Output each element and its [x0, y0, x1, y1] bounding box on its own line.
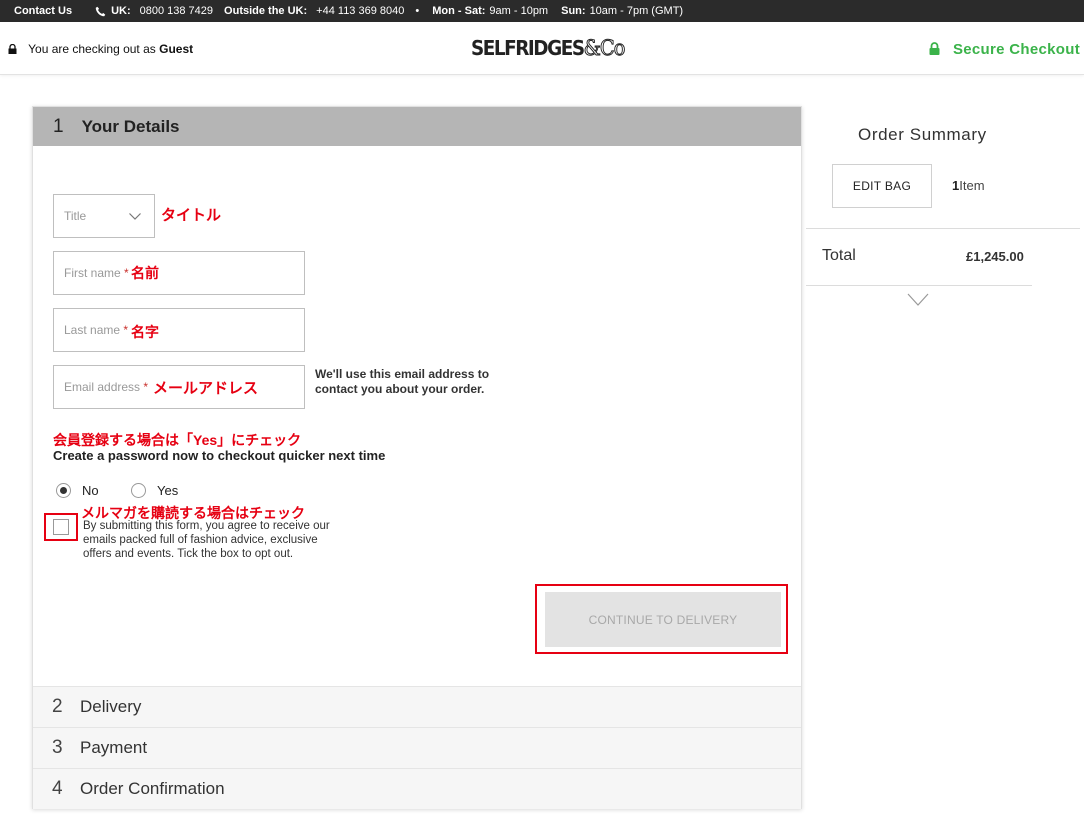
newsletter-text: By submitting this form, you agree to re…	[83, 520, 330, 560]
email-note: We'll use this email address to contact …	[315, 367, 490, 396]
total-label: Total	[822, 247, 856, 264]
expand-chevron-icon[interactable]	[907, 293, 929, 307]
topbar-separator: •	[415, 5, 420, 17]
step-delivery-label: Delivery	[80, 697, 142, 716]
radio-no-indicator[interactable]	[56, 483, 71, 498]
your-details-title: Your Details	[81, 116, 180, 136]
secure-lock-icon	[929, 42, 940, 55]
logo-text: SELFRIDGES	[471, 36, 585, 60]
top-contact-bar: Contact Us UK: 0800 138 7429 Outside the…	[0, 0, 1084, 22]
outside-uk-phone[interactable]: +44 113 369 8040	[316, 5, 404, 17]
uk-label: UK:	[111, 5, 131, 17]
sunday-hours: 10am - 7pm (GMT)	[589, 5, 684, 17]
secure-checkout: Secure Checkout	[929, 41, 1080, 58]
last-name-placeholder: Last name *	[64, 323, 128, 337]
summary-divider-top	[806, 228, 1080, 229]
step-order-confirmation-label: Order Confirmation	[80, 779, 225, 798]
email-annotation: メールアドレス	[153, 380, 259, 397]
secure-checkout-label: Secure Checkout	[952, 41, 1080, 58]
logo-suffix: &Co	[583, 36, 626, 61]
edit-bag-button[interactable]: EDIT BAG	[832, 164, 932, 208]
uk-phone[interactable]: 0800 138 7429	[140, 5, 213, 17]
weekday-label: Mon - Sat:	[432, 5, 486, 17]
step-payment-label: Payment	[80, 738, 148, 757]
password-prompt: Create a password now to checkout quicke…	[53, 448, 386, 463]
step-order-confirmation[interactable]: 4 Order Confirmation	[33, 768, 801, 809]
required-marker: *	[124, 266, 129, 280]
first-name-annotation: 名前	[131, 265, 159, 281]
radio-no-label: No	[82, 483, 99, 498]
item-count-label: Item	[959, 178, 985, 193]
sunday-label: Sun:	[561, 5, 586, 17]
step-delivery[interactable]: 2 Delivery	[33, 686, 801, 727]
selfridges-logo[interactable]: SELFRIDGES&Co	[471, 36, 626, 61]
radio-yes-label: Yes	[157, 483, 179, 498]
title-select[interactable]: Title	[53, 194, 155, 238]
required-marker: *	[143, 380, 149, 394]
member-annotation: 会員登録する場合は「Yes」にチェック	[53, 432, 302, 448]
guest-prefix: You are checking out as	[28, 42, 156, 56]
phone-icon	[95, 6, 106, 16]
checkout-panel: 1 Your Details Title タイトル First name * 名…	[32, 106, 802, 809]
email-field[interactable]: Email address * メールアドレス	[53, 365, 305, 409]
first-name-field[interactable]: First name * 名前	[53, 251, 305, 295]
title-select-label: Title	[64, 209, 87, 223]
last-name-annotation: 名字	[131, 324, 159, 340]
title-annotation: タイトル	[161, 207, 222, 224]
continue-to-delivery-button[interactable]: CONTINUE TO DELIVERY	[545, 592, 781, 647]
chevron-down-icon	[129, 213, 141, 220]
your-details-header: 1 Your Details	[33, 107, 801, 146]
last-name-label: Last name	[64, 323, 121, 337]
newsletter-checkbox[interactable]	[53, 519, 69, 535]
first-name-placeholder: First name *	[64, 266, 129, 280]
outside-uk-label: Outside the UK:	[224, 5, 308, 17]
contact-us-link[interactable]: Contact Us	[14, 5, 72, 17]
required-marker: *	[123, 323, 129, 337]
step-payment-number: 3	[52, 737, 63, 758]
total-value: £1,245.00	[966, 249, 1024, 264]
first-name-label: First name	[64, 266, 121, 280]
guest-status: You are checking out as Guest	[8, 42, 193, 56]
item-count: 1Item	[952, 178, 985, 193]
email-placeholder: Email address *	[64, 380, 148, 394]
step-number: 1	[53, 115, 64, 137]
guest-name: Guest	[159, 42, 194, 56]
order-summary-title: Order Summary	[858, 125, 987, 144]
weekday-hours: 9am - 10pm	[489, 5, 549, 17]
last-name-field[interactable]: Last name * 名字	[53, 308, 305, 352]
step-delivery-number: 2	[52, 696, 63, 717]
email-label: Email address	[64, 380, 141, 394]
radio-yes[interactable]: Yes	[131, 483, 178, 498]
summary-divider-bottom	[806, 285, 1032, 286]
lock-icon	[8, 44, 17, 54]
radio-yes-indicator[interactable]	[131, 483, 146, 498]
radio-no[interactable]: No	[56, 483, 99, 498]
step-order-confirmation-number: 4	[52, 778, 63, 799]
checkout-header: You are checking out as Guest SELFRIDGES…	[0, 22, 1084, 75]
step-payment[interactable]: 3 Payment	[33, 727, 801, 768]
